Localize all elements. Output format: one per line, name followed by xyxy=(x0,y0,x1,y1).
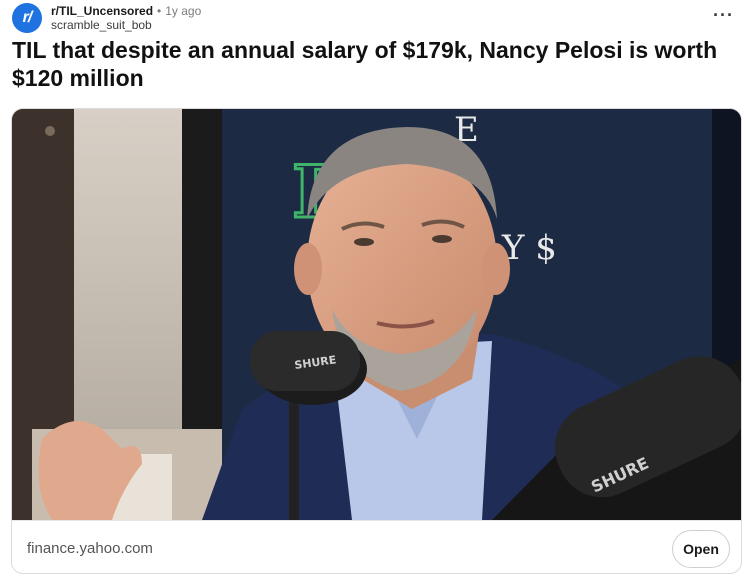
post-title[interactable]: TIL that despite an annual salary of $17… xyxy=(12,36,736,92)
post-meta: r/TIL_Uncensored • 1y ago scramble_suit_… xyxy=(51,4,201,33)
link-thumbnail[interactable]: E EY Y $ SHURE SHURE xyxy=(12,109,742,520)
reddit-r-logo-icon: r/ xyxy=(22,9,33,26)
subreddit-link[interactable]: r/TIL_Uncensored xyxy=(51,4,153,18)
post-age: 1y ago xyxy=(165,3,202,18)
meta-separator: • xyxy=(157,3,162,18)
post-header: r/ r/TIL_Uncensored • 1y ago scramble_su… xyxy=(12,2,734,34)
more-dots-icon[interactable]: ··· xyxy=(713,6,734,24)
open-link-button[interactable]: Open xyxy=(672,530,730,568)
link-card[interactable]: E EY Y $ SHURE SHURE xyxy=(11,108,742,574)
subreddit-avatar[interactable]: r/ xyxy=(12,3,42,33)
author-link[interactable]: scramble_suit_bob xyxy=(51,18,201,33)
link-domain[interactable]: finance.yahoo.com xyxy=(27,540,153,557)
link-bar[interactable]: finance.yahoo.com Open xyxy=(12,520,741,573)
